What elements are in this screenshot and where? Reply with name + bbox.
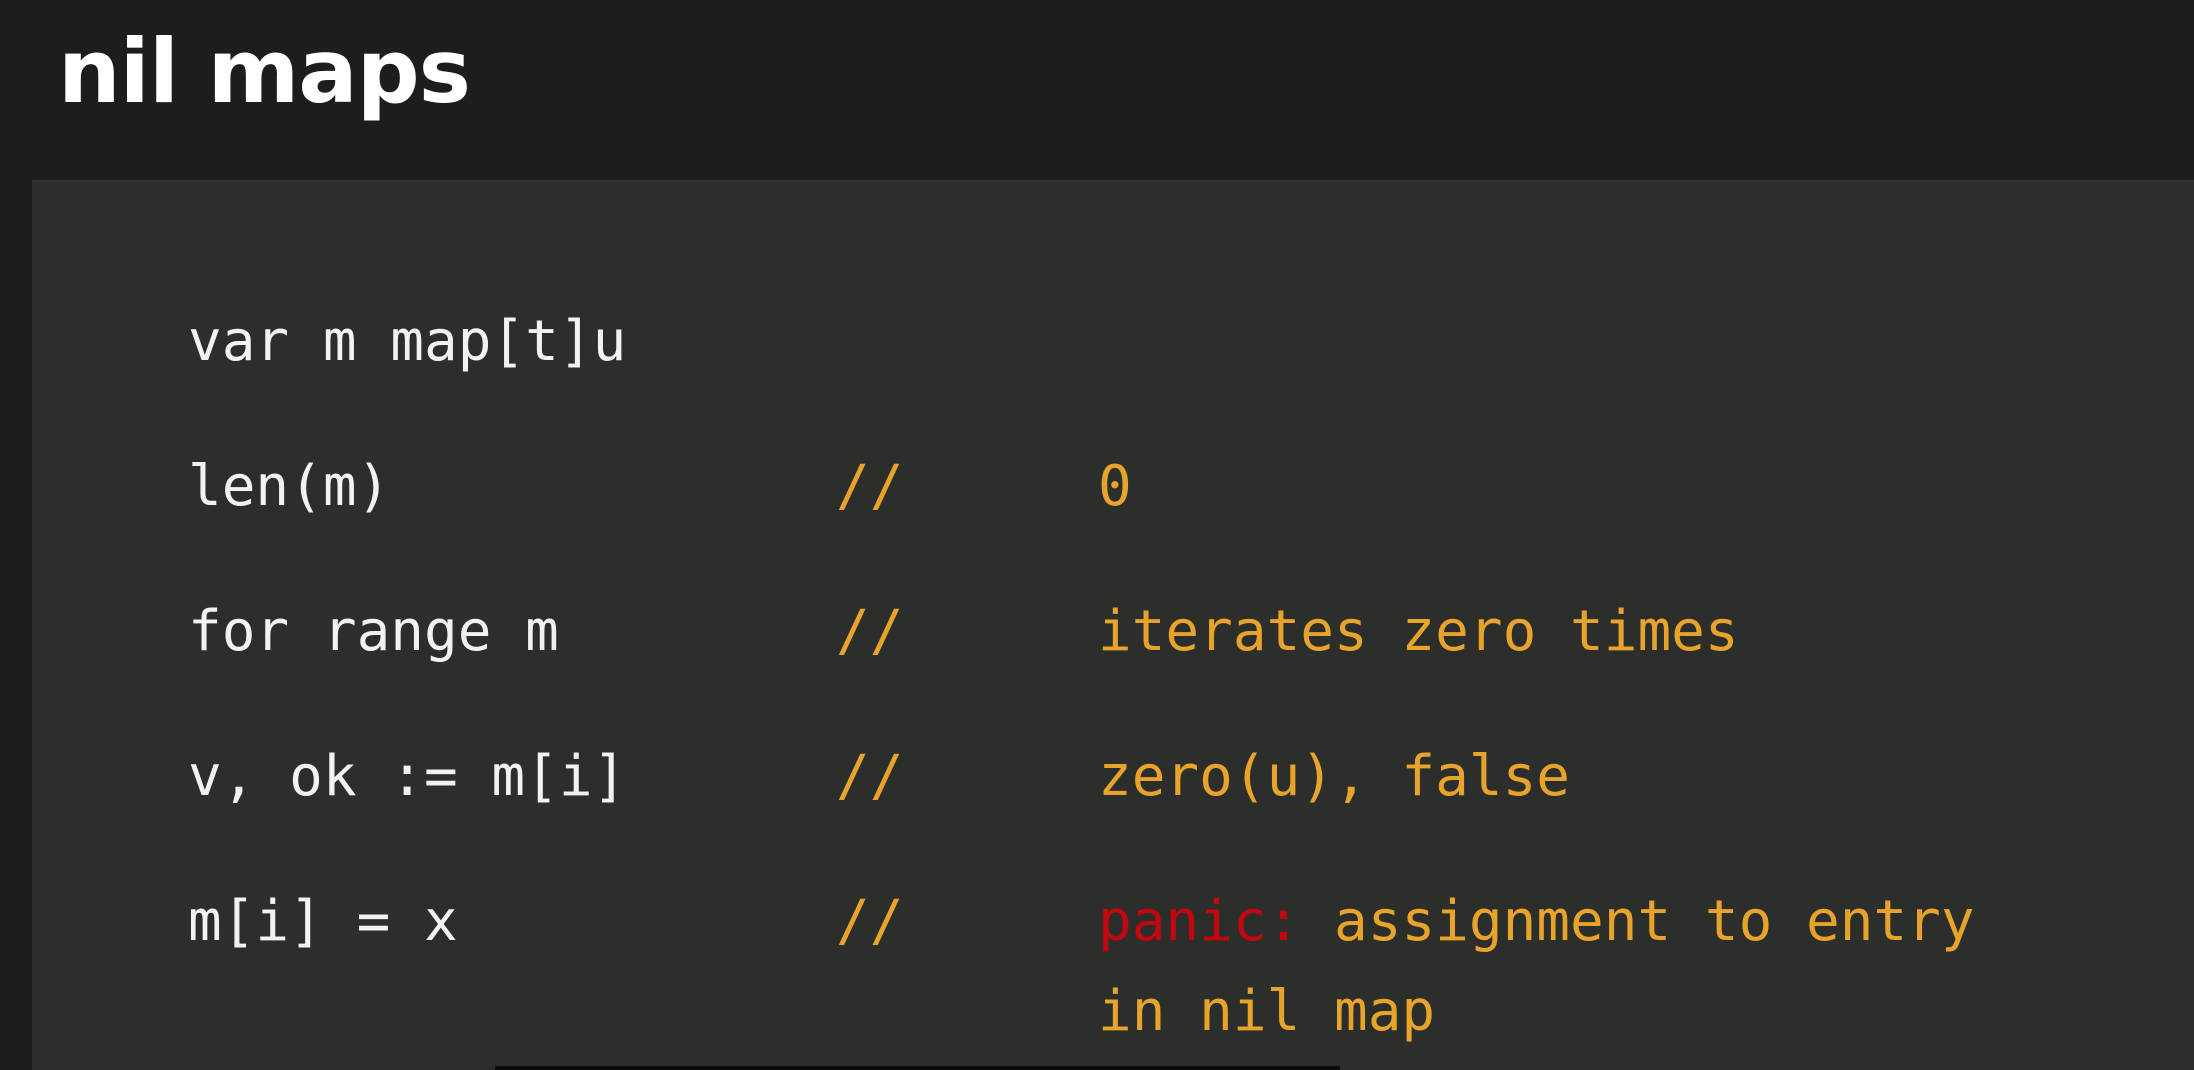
comment-marker: // xyxy=(836,744,904,809)
panic-keyword: panic: xyxy=(1098,889,1301,954)
code-line-lookup: v, ok := m[i] xyxy=(188,744,627,809)
video-progress-bar xyxy=(495,1066,1340,1070)
slide-title: nil maps xyxy=(58,20,471,123)
comment-assignment-continued: in nil map xyxy=(1098,979,1436,1044)
code-line-len: len(m) xyxy=(188,454,391,519)
comment-marker: // xyxy=(836,599,904,664)
code-line-range: for range m xyxy=(188,599,559,664)
panic-message: assignment to entry xyxy=(1300,889,1975,954)
code-line-declaration: var m map[t]u xyxy=(188,309,627,374)
comment-marker: // xyxy=(836,454,904,519)
comment-lookup-result: zero(u), false xyxy=(1098,744,1571,809)
comment-assignment-result: panic: assignment to entry xyxy=(1098,886,1975,958)
code-line-assignment: m[i] = x xyxy=(188,889,458,954)
comment-range-result: iterates zero times xyxy=(1098,599,1739,664)
comment-len-result: 0 xyxy=(1098,454,1132,519)
comment-marker: // xyxy=(836,889,904,954)
